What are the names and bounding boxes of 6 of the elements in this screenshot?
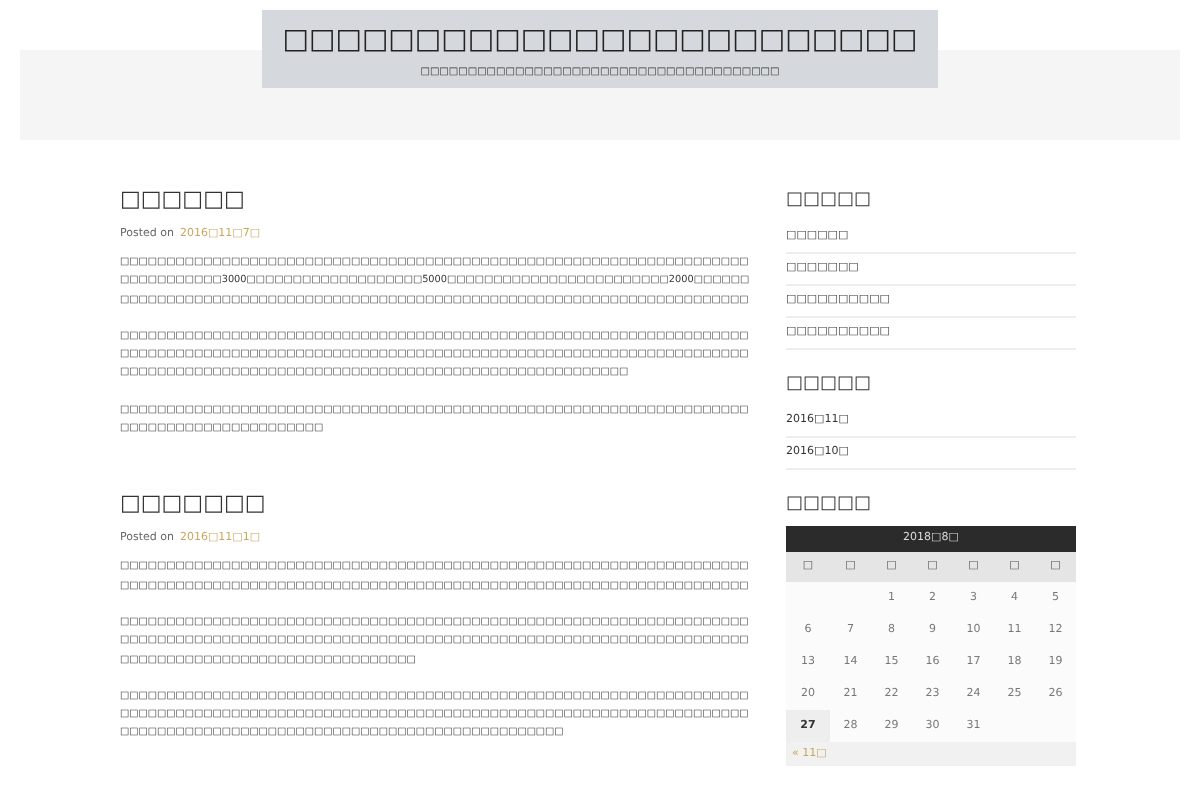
site-title[interactable]: □□□□□□□□□□□□□□□□□□□□□□□□ — [282, 22, 918, 58]
widget-title: □□□□□ — [786, 492, 874, 518]
post-title[interactable]: □□□□□□ — [120, 186, 245, 214]
widget-title: □□□□□ — [786, 372, 874, 398]
widget-title: □□□□□ — [786, 188, 874, 214]
post-title[interactable]: □□□□□□□ — [120, 490, 266, 519]
